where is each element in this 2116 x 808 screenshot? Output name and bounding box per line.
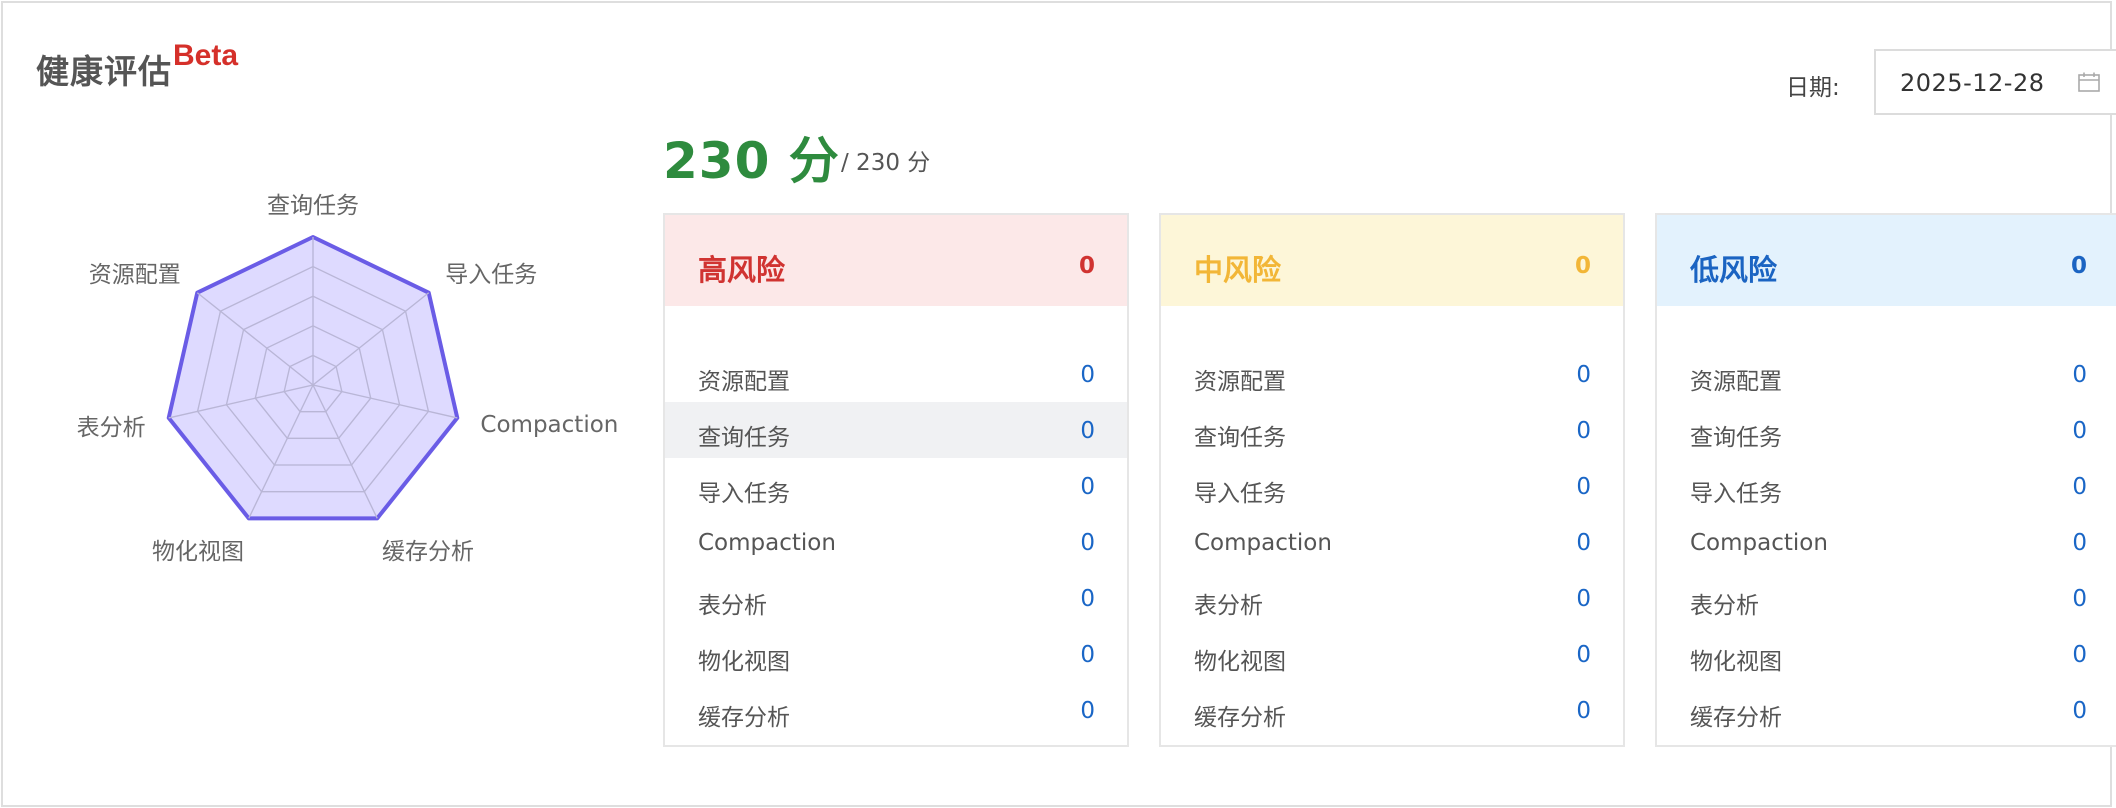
list-item[interactable]: 缓存分析 0 bbox=[1657, 682, 2116, 738]
item-label: 导入任务 bbox=[1194, 481, 1286, 507]
item-count[interactable]: 0 bbox=[1576, 362, 1591, 388]
list-item[interactable]: Compaction 0 bbox=[1657, 514, 2116, 570]
radar-axis-label: 物化视图 bbox=[152, 538, 245, 565]
item-count[interactable]: 0 bbox=[1080, 418, 1095, 444]
health-assessment-panel: 健康评估 Beta 日期: 2025-12-28 230 分 / 230 分 查… bbox=[1, 1, 2116, 807]
item-count[interactable]: 0 bbox=[1080, 474, 1095, 500]
item-label: Compaction bbox=[698, 530, 836, 556]
item-count[interactable]: 0 bbox=[2072, 642, 2087, 668]
list-item[interactable]: 物化视图 0 bbox=[665, 626, 1127, 682]
list-item[interactable]: 资源配置 0 bbox=[1161, 346, 1623, 402]
card-title: 低风险 bbox=[1690, 253, 1778, 287]
risk-list: 资源配置 0 查询任务 0 导入任务 0 Compaction 0 表分析 0 物化视图 0… bbox=[1161, 346, 1623, 738]
item-count[interactable]: 0 bbox=[1080, 586, 1095, 612]
list-item[interactable]: 查询任务 0 bbox=[1161, 402, 1623, 458]
radar-axis-label: 表分析 bbox=[76, 415, 146, 442]
date-picker[interactable]: 2025-12-28 bbox=[1874, 49, 2116, 115]
item-label: 缓存分析 bbox=[698, 705, 790, 731]
item-label: 资源配置 bbox=[698, 369, 790, 395]
radar-axis-label: 资源配置 bbox=[88, 261, 181, 288]
list-item[interactable]: 缓存分析 0 bbox=[665, 682, 1127, 738]
list-item[interactable]: 导入任务 0 bbox=[665, 458, 1127, 514]
item-label: 表分析 bbox=[698, 593, 767, 619]
item-label: 查询任务 bbox=[1690, 425, 1782, 451]
list-item[interactable]: 资源配置 0 bbox=[1657, 346, 2116, 402]
item-label: 资源配置 bbox=[1194, 369, 1286, 395]
date-value[interactable]: 2025-12-28 bbox=[1900, 69, 2044, 97]
health-score: 230 分 bbox=[663, 132, 840, 190]
low-risk-card: 低风险 0 资源配置 0 查询任务 0 导入任务 0 Compaction 0 表分析 0… bbox=[1655, 213, 2116, 747]
item-count[interactable]: 0 bbox=[1080, 642, 1095, 668]
item-count[interactable]: 0 bbox=[2072, 698, 2087, 724]
medium-risk-card: 中风险 0 资源配置 0 查询任务 0 导入任务 0 Compaction 0 表分析 0… bbox=[1159, 213, 1625, 747]
item-label: Compaction bbox=[1690, 530, 1828, 556]
high-risk-header: 高风险 0 bbox=[665, 215, 1127, 306]
radar-axis-label: 缓存分析 bbox=[381, 538, 474, 565]
item-count[interactable]: 0 bbox=[1576, 474, 1591, 500]
list-item[interactable]: 表分析 0 bbox=[1657, 570, 2116, 626]
radar-axis-label: 查询任务 bbox=[267, 193, 359, 219]
calendar-icon[interactable] bbox=[2078, 72, 2100, 92]
item-count[interactable]: 0 bbox=[2072, 362, 2087, 388]
radar-axis-label: Compaction bbox=[480, 412, 619, 439]
card-title: 高风险 bbox=[698, 253, 786, 287]
card-count: 0 bbox=[1078, 253, 1095, 279]
item-count[interactable]: 0 bbox=[1576, 530, 1591, 556]
item-label: 物化视图 bbox=[698, 649, 790, 675]
item-count[interactable]: 0 bbox=[1576, 642, 1591, 668]
card-count: 0 bbox=[2070, 253, 2087, 279]
item-label: 缓存分析 bbox=[1690, 705, 1782, 731]
item-count[interactable]: 0 bbox=[2072, 474, 2087, 500]
item-count[interactable]: 0 bbox=[1080, 698, 1095, 724]
item-count[interactable]: 0 bbox=[1576, 418, 1591, 444]
item-count[interactable]: 0 bbox=[1080, 530, 1095, 556]
high-risk-card: 高风险 0 资源配置 0 查询任务 0 导入任务 0 Compaction 0 表分析 0… bbox=[663, 213, 1129, 747]
list-item[interactable]: Compaction 0 bbox=[665, 514, 1127, 570]
list-item[interactable]: 表分析 0 bbox=[1161, 570, 1623, 626]
risk-list: 资源配置 0 查询任务 0 导入任务 0 Compaction 0 表分析 0 物化视图 0… bbox=[665, 346, 1127, 738]
list-item[interactable]: 物化视图 0 bbox=[1161, 626, 1623, 682]
item-label: 导入任务 bbox=[1690, 481, 1782, 507]
page-title: 健康评估 bbox=[36, 52, 172, 91]
list-item[interactable]: 查询任务 0 bbox=[665, 402, 1127, 458]
list-item[interactable]: 导入任务 0 bbox=[1657, 458, 2116, 514]
item-count[interactable]: 0 bbox=[2072, 586, 2087, 612]
list-item[interactable]: 查询任务 0 bbox=[1657, 402, 2116, 458]
list-item[interactable]: 表分析 0 bbox=[665, 570, 1127, 626]
item-count[interactable]: 0 bbox=[1576, 586, 1591, 612]
list-item[interactable]: 导入任务 0 bbox=[1161, 458, 1623, 514]
item-label: 表分析 bbox=[1194, 593, 1263, 619]
item-label: Compaction bbox=[1194, 530, 1332, 556]
list-item[interactable]: 缓存分析 0 bbox=[1161, 682, 1623, 738]
item-count[interactable]: 0 bbox=[1576, 698, 1591, 724]
item-label: 查询任务 bbox=[1194, 425, 1286, 451]
risk-list: 资源配置 0 查询任务 0 导入任务 0 Compaction 0 表分析 0 物化视图 0… bbox=[1657, 346, 2116, 738]
date-label: 日期: bbox=[1786, 75, 1840, 101]
card-title: 中风险 bbox=[1194, 253, 1282, 287]
item-label: 查询任务 bbox=[698, 425, 790, 451]
card-count: 0 bbox=[1574, 253, 1591, 279]
item-count[interactable]: 0 bbox=[1080, 362, 1095, 388]
list-item[interactable]: 物化视图 0 bbox=[1657, 626, 2116, 682]
item-label: 物化视图 bbox=[1194, 649, 1286, 675]
item-count[interactable]: 0 bbox=[2072, 530, 2087, 556]
item-label: 物化视图 bbox=[1690, 649, 1782, 675]
medium-risk-header: 中风险 0 bbox=[1161, 215, 1623, 306]
item-label: 导入任务 bbox=[698, 481, 790, 507]
beta-badge: Beta bbox=[173, 39, 239, 72]
item-label: 缓存分析 bbox=[1194, 705, 1286, 731]
item-label: 表分析 bbox=[1690, 593, 1759, 619]
radar-axis-label: 导入任务 bbox=[445, 261, 538, 288]
list-item[interactable]: 资源配置 0 bbox=[665, 346, 1127, 402]
health-score-max: / 230 分 bbox=[841, 150, 931, 176]
item-label: 资源配置 bbox=[1690, 369, 1782, 395]
list-item[interactable]: Compaction 0 bbox=[1161, 514, 1623, 570]
item-count[interactable]: 0 bbox=[2072, 418, 2087, 444]
low-risk-header: 低风险 0 bbox=[1657, 215, 2116, 306]
